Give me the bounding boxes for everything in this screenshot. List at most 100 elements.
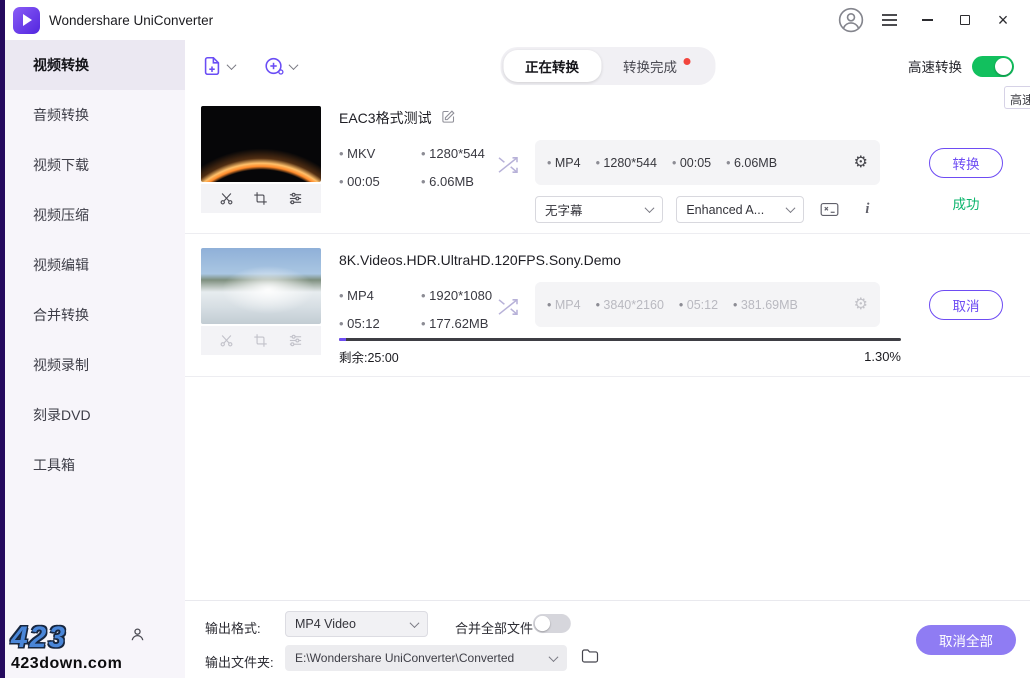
- maximize-button[interactable]: [950, 5, 980, 35]
- output-format-label: 输出格式:: [205, 618, 261, 637]
- source-resolution: 1920*1080: [421, 288, 497, 303]
- task-title: 8K.Videos.HDR.UltraHD.120FPS.Sony.Demo: [339, 252, 621, 268]
- tab-converting[interactable]: 正在转换: [503, 50, 601, 82]
- crop-icon[interactable]: [253, 191, 268, 206]
- edit-title-icon[interactable]: [441, 109, 456, 127]
- merge-all-toggle[interactable]: [533, 614, 571, 633]
- task-row: EAC3格式测试 MKV 1280*544 00:05: [185, 92, 1030, 234]
- subtitle-dropdown[interactable]: 无字幕: [535, 196, 663, 223]
- task-row: 8K.Videos.HDR.UltraHD.120FPS.Sony.Demo M…: [185, 234, 1030, 377]
- output-folder-value: E:\Wondershare UniConverter\Converted: [295, 651, 514, 665]
- thumbnail-toolbar: [201, 184, 321, 213]
- sidebar-item-video-convert[interactable]: 视频转换: [5, 40, 185, 90]
- person-icon[interactable]: [129, 626, 146, 648]
- time-remaining: 剩余:25:00: [339, 347, 399, 366]
- progress-track: [339, 338, 901, 341]
- open-folder-icon[interactable]: [581, 648, 599, 669]
- output-format-value: MP4 Video: [295, 617, 356, 631]
- sidebar: 视频转换 音频转换 视频下载 视频压缩 视频编辑 合并转换 视频录制 刻录DVD…: [5, 40, 185, 678]
- effects-icon[interactable]: [288, 333, 303, 348]
- fast-convert-label: 高速转换: [908, 56, 962, 76]
- add-file-button[interactable]: [201, 55, 235, 77]
- close-button[interactable]: ×: [988, 5, 1018, 35]
- app-window: Wondershare UniConverter × 视频转换 音频转换 视频下…: [0, 0, 1030, 678]
- minimize-button[interactable]: [912, 5, 942, 35]
- cancel-button[interactable]: 取消: [929, 290, 1003, 320]
- source-duration: 05:12: [339, 316, 405, 331]
- output-folder-dropdown[interactable]: E:\Wondershare UniConverter\Converted: [285, 645, 567, 671]
- source-info: MKV 1280*544 00:05 6.06MB: [339, 146, 497, 189]
- watermark-logo: 423 423down.com: [11, 623, 122, 672]
- crop-icon[interactable]: [253, 333, 268, 348]
- video-thumbnail[interactable]: [201, 248, 321, 324]
- output-format-dropdown[interactable]: MP4 Video: [285, 611, 428, 637]
- sidebar-item-video-edit[interactable]: 视频编辑: [5, 240, 185, 290]
- tab-converting-label: 正在转换: [525, 56, 579, 76]
- sidebar-item-screen-record[interactable]: 视频录制: [5, 340, 185, 390]
- progress-bar: 剩余:25:00 1.30%: [339, 338, 901, 366]
- main-area: 正在转换 转换完成 高速转换 高速转换: [185, 40, 1030, 678]
- sidebar-item-merge-convert[interactable]: 合并转换: [5, 290, 185, 340]
- window-edge: [0, 0, 5, 678]
- watermark-423: 423: [11, 623, 122, 653]
- effects-icon[interactable]: [288, 191, 303, 206]
- status-success-label: 成功: [953, 193, 980, 213]
- sidebar-item-audio-convert[interactable]: 音频转换: [5, 90, 185, 140]
- target-format: MP4: [547, 156, 581, 170]
- task-title: EAC3格式测试: [339, 108, 432, 128]
- sidebar-item-video-compress[interactable]: 视频压缩: [5, 190, 185, 240]
- convert-arrow-icon: [497, 298, 519, 321]
- audio-dropdown-value: Enhanced A...: [686, 203, 764, 217]
- notification-dot: [683, 58, 690, 65]
- gear-icon[interactable]: ⚙: [854, 297, 868, 313]
- progress-percent: 1.30%: [864, 349, 901, 364]
- chevron-down-icon: [785, 203, 795, 213]
- fast-convert-toggle[interactable]: [972, 56, 1014, 77]
- convert-arrow-icon: [497, 156, 519, 179]
- menu-icon[interactable]: [874, 5, 904, 35]
- chevron-down-icon: [289, 60, 299, 70]
- app-logo-icon: [13, 7, 40, 34]
- trim-icon[interactable]: [219, 333, 234, 348]
- chevron-down-icon: [227, 60, 237, 70]
- subtitle-dropdown-value: 无字幕: [545, 200, 583, 219]
- chevron-down-icon: [549, 652, 559, 662]
- target-size: 6.06MB: [726, 156, 777, 170]
- fast-convert-tooltip: 高速转换: [1004, 86, 1030, 109]
- cancel-all-button[interactable]: 取消全部: [916, 625, 1016, 655]
- footer-bar: 输出格式: MP4 Video 合并全部文件 输出文件夹: E:\Wonders…: [185, 600, 1030, 678]
- sidebar-item-toolbox[interactable]: 工具箱: [5, 440, 185, 490]
- convert-button[interactable]: 转换: [929, 148, 1003, 178]
- target-duration: 05:12: [679, 298, 718, 312]
- output-settings: MP4 1280*544 00:05 6.06MB ⚙: [535, 140, 880, 185]
- target-size: 381.69MB: [733, 298, 798, 312]
- progress-fill: [339, 338, 346, 341]
- add-device-button[interactable]: [263, 55, 297, 77]
- task-list: EAC3格式测试 MKV 1280*544 00:05: [185, 92, 1030, 600]
- source-info: MP4 1920*1080 05:12 177.62MB: [339, 288, 497, 331]
- audio-dropdown[interactable]: Enhanced A...: [676, 196, 803, 223]
- source-resolution: 1280*544: [421, 146, 497, 161]
- target-resolution: 3840*2160: [596, 298, 664, 312]
- output-settings: MP4 3840*2160 05:12 381.69MB ⚙: [535, 282, 880, 327]
- source-format: MP4: [339, 288, 405, 303]
- merge-all-label: 合并全部文件: [455, 618, 533, 637]
- sidebar-item-burn-dvd[interactable]: 刻录DVD: [5, 390, 185, 440]
- sidebar-item-video-download[interactable]: 视频下载: [5, 140, 185, 190]
- info-icon[interactable]: i: [855, 199, 880, 221]
- gear-icon[interactable]: ⚙: [854, 155, 868, 171]
- output-folder-label: 输出文件夹:: [205, 652, 274, 671]
- video-thumbnail[interactable]: [201, 106, 321, 182]
- account-avatar-icon[interactable]: [836, 5, 866, 35]
- chevron-down-icon: [645, 203, 655, 213]
- titlebar: Wondershare UniConverter ×: [5, 0, 1030, 40]
- app-title: Wondershare UniConverter: [49, 13, 213, 28]
- thumbnail-toolbar: [201, 326, 321, 355]
- tab-finished[interactable]: 转换完成: [601, 50, 712, 82]
- tab-switcher: 正在转换 转换完成: [500, 47, 715, 85]
- watermark-text: 423down.com: [11, 656, 122, 672]
- trim-icon[interactable]: [219, 191, 234, 206]
- target-format: MP4: [547, 298, 581, 312]
- source-size: 177.62MB: [421, 316, 497, 331]
- subtitle-edit-icon[interactable]: [817, 199, 842, 221]
